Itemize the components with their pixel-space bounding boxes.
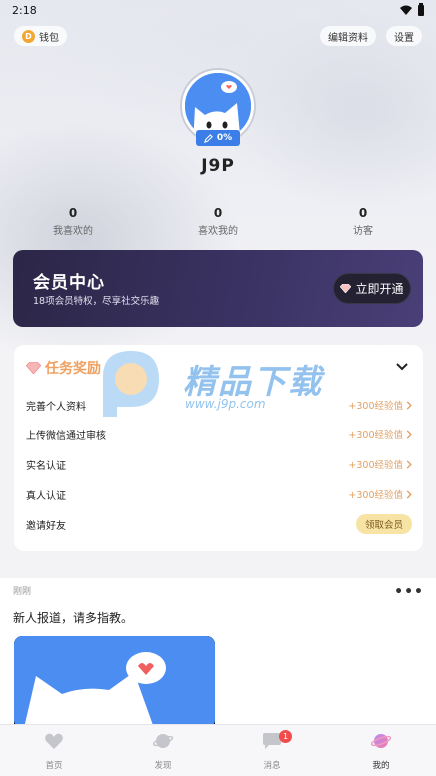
stat-value: 0 [358, 206, 368, 220]
diamond-icon [340, 284, 352, 293]
edit-profile-label: 编辑资料 [328, 32, 368, 44]
task-item-face-verify[interactable]: 真人认证 +300经验值 [26, 486, 412, 502]
completion-value: 0% [216, 133, 233, 143]
task-name: 真人认证 [26, 490, 66, 502]
task-reward: +300经验值 [348, 490, 403, 501]
post-image[interactable] [14, 636, 215, 728]
task-item-invite-friends: 邀请好友 领取会员 [26, 514, 412, 534]
task-name: 完善个人资料 [26, 401, 86, 413]
tab-label: 我的 [372, 761, 390, 771]
cat-illustration-icon [14, 636, 215, 728]
wallet-button[interactable]: D 钱包 [14, 26, 67, 46]
chevron-right-icon [406, 489, 412, 499]
post-time: 刚刚 [13, 587, 32, 597]
status-time: 2:18 [12, 3, 37, 17]
tab-label: 首页 [45, 761, 63, 771]
stat-likes-me[interactable]: 0 喜欢我的 [178, 206, 258, 237]
task-item-wechat-review[interactable]: 上传微信通过审核 +300经验值 [26, 426, 412, 442]
chevron-right-icon [406, 429, 412, 439]
wallet-label: 钱包 [39, 32, 59, 44]
profile-completion-badge[interactable]: 0% [196, 130, 240, 146]
task-reward: +300经验值 [348, 460, 403, 471]
tab-discover[interactable]: 发现 [133, 733, 193, 771]
task-name: 邀请好友 [26, 520, 66, 532]
watermark-url: www.j9p.com [185, 397, 266, 411]
settings-button[interactable]: 设置 [386, 26, 422, 46]
tab-messages[interactable]: 1 消息 [242, 730, 302, 771]
stat-value: 0 [213, 206, 223, 220]
stat-label: 我喜欢的 [53, 226, 93, 237]
planet-icon [152, 734, 174, 748]
feed-post: 刚刚 ••• 新人报道，请多指教。 [0, 578, 436, 728]
chevron-right-icon [406, 459, 412, 469]
tab-mine[interactable]: 我的 [351, 733, 411, 771]
stat-visitors[interactable]: 0 访客 [323, 206, 403, 237]
stat-label: 喜欢我的 [198, 226, 238, 237]
tab-label: 发现 [154, 761, 172, 771]
bottom-tab-bar: 首页 发现 1 消息 我的 [0, 724, 436, 776]
post-text: 新人报道，请多指教。 [13, 611, 134, 625]
stat-value: 0 [68, 206, 78, 220]
task-item-real-name[interactable]: 实名认证 +300经验值 [26, 456, 412, 472]
task-reward: +300经验值 [348, 430, 403, 441]
heart-icon [45, 733, 63, 749]
vip-subtitle: 18项会员特权，尽享社交乐趣 [33, 296, 160, 307]
stat-i-like[interactable]: 0 我喜欢的 [33, 206, 113, 237]
task-rewards-title: 任务奖励 [26, 358, 101, 378]
username: J9P [201, 156, 235, 176]
unread-badge: 1 [279, 730, 292, 743]
open-vip-label: 立即开通 [355, 282, 404, 296]
stat-label: 访客 [353, 226, 373, 237]
chevron-right-icon [406, 400, 412, 410]
task-name: 上传微信通过审核 [26, 430, 106, 442]
planet-active-icon [370, 734, 392, 748]
tab-home[interactable]: 首页 [24, 733, 84, 771]
status-bar: 2:18 [0, 0, 436, 20]
watermark-text: 精品下载 [183, 362, 323, 401]
task-name: 实名认证 [26, 460, 66, 472]
edit-profile-button[interactable]: 编辑资料 [320, 26, 376, 46]
claim-vip-button[interactable]: 领取会员 [355, 514, 412, 534]
open-vip-button[interactable]: 立即开通 [333, 273, 411, 304]
stats-row: 0 我喜欢的 0 喜欢我的 0 访客 [0, 206, 436, 237]
battery-icon [418, 2, 424, 16]
task-reward: +300经验值 [348, 401, 403, 412]
tab-label: 消息 [263, 761, 281, 771]
more-options-icon[interactable]: ••• [394, 584, 424, 600]
wifi-icon [400, 5, 412, 15]
edit-pencil-icon [203, 133, 213, 143]
vip-title: 会员中心 [33, 273, 105, 293]
watermark: 精品下载 www.j9p.com [93, 347, 353, 417]
chevron-down-icon[interactable] [395, 359, 409, 373]
diamond-icon [26, 362, 41, 374]
vip-center-card[interactable]: 会员中心 18项会员特权，尽享社交乐趣 立即开通 [13, 250, 423, 327]
settings-label: 设置 [394, 32, 414, 44]
coin-icon: D [22, 29, 35, 43]
watermark-logo-icon [103, 351, 159, 417]
